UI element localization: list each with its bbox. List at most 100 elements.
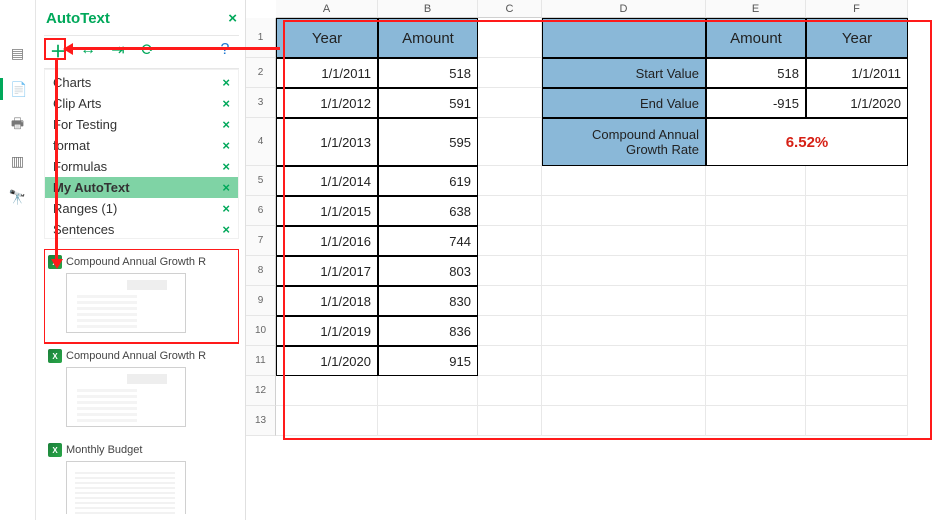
cell[interactable]: [806, 376, 908, 406]
category-list[interactable]: Charts×Clip Arts×For Testing×format×Form…: [44, 69, 239, 239]
panel-close-icon[interactable]: ×: [228, 10, 237, 27]
cell[interactable]: [478, 18, 542, 58]
cell-amount[interactable]: 836: [378, 316, 478, 346]
row-header[interactable]: 10: [246, 316, 276, 346]
category-item[interactable]: My AutoText×: [45, 177, 238, 198]
cell[interactable]: [806, 316, 908, 346]
cell[interactable]: [478, 286, 542, 316]
category-delete-icon[interactable]: ×: [222, 159, 230, 174]
col-header[interactable]: B: [378, 0, 478, 18]
cell-year[interactable]: 1/1/2020: [276, 346, 378, 376]
cell[interactable]: [542, 346, 706, 376]
cell[interactable]: [478, 88, 542, 118]
cell-header-year[interactable]: Year: [806, 18, 908, 58]
print-icon[interactable]: 🖶: [7, 114, 29, 136]
cell-header-blank[interactable]: [542, 18, 706, 58]
category-item[interactable]: Clip Arts×: [45, 93, 238, 114]
cell-amount[interactable]: 803: [378, 256, 478, 286]
help-button[interactable]: ?: [215, 40, 235, 60]
row-header[interactable]: 13: [246, 406, 276, 436]
columns-icon[interactable]: ▥: [7, 150, 29, 172]
cell-amount[interactable]: 595: [378, 118, 478, 166]
cell[interactable]: [806, 166, 908, 196]
cell-header-amount[interactable]: Amount: [706, 18, 806, 58]
cell[interactable]: [478, 226, 542, 256]
col-header[interactable]: F: [806, 0, 908, 18]
cell[interactable]: [706, 166, 806, 196]
cell[interactable]: [378, 376, 478, 406]
cell-year[interactable]: 1/1/2015: [276, 196, 378, 226]
cell[interactable]: [478, 58, 542, 88]
cell-year[interactable]: 1/1/2016: [276, 226, 378, 256]
cell[interactable]: [478, 406, 542, 436]
cell[interactable]: [806, 256, 908, 286]
cell-cagr-value[interactable]: 6.52%: [706, 118, 908, 166]
cell-start-amount[interactable]: 518: [706, 58, 806, 88]
cell[interactable]: [478, 256, 542, 286]
cell-year[interactable]: 1/1/2011: [276, 58, 378, 88]
cell[interactable]: [706, 196, 806, 226]
cell[interactable]: [806, 346, 908, 376]
spreadsheet[interactable]: A B C D E F 1YearAmountAmountYear21/1/20…: [246, 0, 938, 520]
cell[interactable]: [806, 226, 908, 256]
category-delete-icon[interactable]: ×: [222, 75, 230, 90]
row-header[interactable]: 4: [246, 118, 276, 166]
row-header[interactable]: 1: [246, 18, 276, 58]
cell-year[interactable]: 1/1/2014: [276, 166, 378, 196]
cell-start-year[interactable]: 1/1/2011: [806, 58, 908, 88]
cell[interactable]: [706, 346, 806, 376]
cell-amount[interactable]: 830: [378, 286, 478, 316]
cell[interactable]: [542, 316, 706, 346]
cell[interactable]: [478, 376, 542, 406]
row-header[interactable]: 3: [246, 88, 276, 118]
autotext-entry[interactable]: XCompound Annual Growth R: [46, 251, 237, 341]
cell-end-year[interactable]: 1/1/2020: [806, 88, 908, 118]
cell-year[interactable]: 1/1/2012: [276, 88, 378, 118]
cell[interactable]: [806, 196, 908, 226]
cell-year[interactable]: 1/1/2018: [276, 286, 378, 316]
category-item[interactable]: Charts×: [45, 72, 238, 93]
cell-header-amount[interactable]: Amount: [378, 18, 478, 58]
cell[interactable]: [706, 256, 806, 286]
cell[interactable]: [478, 118, 542, 166]
category-delete-icon[interactable]: ×: [222, 201, 230, 216]
cell[interactable]: [478, 346, 542, 376]
row-header[interactable]: 9: [246, 286, 276, 316]
expand-button[interactable]: ↔: [78, 40, 98, 60]
col-header[interactable]: C: [478, 0, 542, 18]
row-header[interactable]: 11: [246, 346, 276, 376]
category-delete-icon[interactable]: ×: [222, 138, 230, 153]
cell[interactable]: [706, 316, 806, 346]
cell[interactable]: [542, 376, 706, 406]
cell[interactable]: [478, 316, 542, 346]
cell[interactable]: [378, 406, 478, 436]
cell-amount[interactable]: 518: [378, 58, 478, 88]
cell-year[interactable]: 1/1/2019: [276, 316, 378, 346]
cell[interactable]: [542, 196, 706, 226]
cell[interactable]: [706, 406, 806, 436]
cell-year[interactable]: 1/1/2017: [276, 256, 378, 286]
category-item[interactable]: format×: [45, 135, 238, 156]
col-header[interactable]: A: [276, 0, 378, 18]
cell[interactable]: [542, 286, 706, 316]
cell[interactable]: [542, 256, 706, 286]
cell-amount[interactable]: 915: [378, 346, 478, 376]
cell[interactable]: [542, 406, 706, 436]
cell-header-year[interactable]: Year: [276, 18, 378, 58]
cell[interactable]: [478, 196, 542, 226]
entries-list[interactable]: XCompound Annual Growth RXCompound Annua…: [44, 249, 239, 514]
cell[interactable]: [706, 376, 806, 406]
autotext-entry[interactable]: XCompound Annual Growth R: [46, 345, 237, 435]
cell[interactable]: [478, 166, 542, 196]
nav-icon[interactable]: ▤: [7, 42, 29, 64]
category-item[interactable]: Formulas×: [45, 156, 238, 177]
cell[interactable]: [806, 406, 908, 436]
cell-cagr-label[interactable]: Compound Annual Growth Rate: [542, 118, 706, 166]
category-delete-icon[interactable]: ×: [222, 222, 230, 237]
row-header[interactable]: 8: [246, 256, 276, 286]
row-header[interactable]: 5: [246, 166, 276, 196]
cell-end-label[interactable]: End Value: [542, 88, 706, 118]
find-icon[interactable]: 🔭: [7, 186, 29, 208]
refresh-button[interactable]: ⟳: [138, 40, 158, 60]
cell[interactable]: [276, 406, 378, 436]
